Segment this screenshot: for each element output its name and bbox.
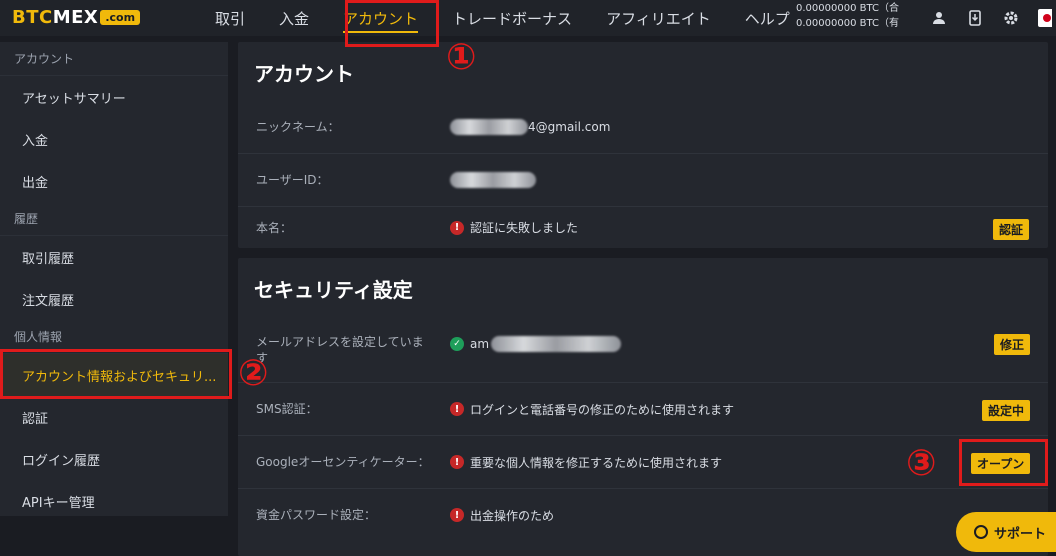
user-icon[interactable] <box>930 9 948 27</box>
japan-flag-icon[interactable] <box>1038 9 1052 27</box>
userid-label: ユーザーID： <box>256 173 329 187</box>
error-icon: ! <box>450 220 464 235</box>
sidebar-item-login-history[interactable]: ログイン履歴 <box>0 438 228 480</box>
account-panel-title: アカウント <box>254 62 354 86</box>
logo-com-badge: .com <box>100 10 141 25</box>
nav-deposit[interactable]: 入金 <box>279 0 309 36</box>
sidebar-item-api-keys[interactable]: APIキー管理 <box>0 480 228 522</box>
annotation-box-account-security <box>0 349 232 399</box>
error-icon: ! <box>450 455 464 469</box>
sidebar-item-deposit[interactable]: 入金 <box>0 118 228 160</box>
nav-trade-bonus[interactable]: トレードボーナス <box>452 0 572 36</box>
verify-button[interactable]: 認証 <box>993 219 1030 240</box>
annotation-step-2: ② <box>238 353 269 394</box>
email-row: メールアドレスを設定していま す ✓ am 修正 <box>238 316 1048 382</box>
nav-help[interactable]: ヘルプ <box>745 0 790 36</box>
sidebar-group-history: 履歴 <box>0 202 228 236</box>
check-icon: ✓ <box>450 337 464 351</box>
realname-label: 本名： <box>256 220 293 235</box>
email-label: メールアドレスを設定していま す <box>256 335 424 365</box>
google-auth-label: Googleオーセンティケーター： <box>256 455 430 469</box>
sidebar-item-trade-history[interactable]: 取引履歴 <box>0 236 228 278</box>
logo-btc: BTC <box>12 7 53 28</box>
fund-password-description: 出金操作のため <box>470 508 555 523</box>
nav-trade[interactable]: 取引 <box>215 0 245 36</box>
gear-icon[interactable] <box>1002 9 1020 27</box>
google-auth-description: 重要な個人情報を修正するために使用されます <box>470 455 723 470</box>
realname-status: 認証に失敗しました <box>470 221 579 235</box>
support-label: サポート <box>994 526 1047 542</box>
email-value: am <box>470 337 490 351</box>
top-icons <box>930 9 1052 27</box>
account-panel: アカウント ニックネーム： 4@gmail.com ユーザーID： 本名： ! … <box>238 42 1048 248</box>
sidebar-item-withdraw[interactable]: 出金 <box>0 160 228 202</box>
btcmex-logo[interactable]: BTCMEX .com <box>12 7 141 28</box>
chat-bubble-icon <box>974 525 988 539</box>
fund-password-row: 資金パスワード設定： ! 出金操作のため <box>238 488 1048 541</box>
edit-email-button[interactable]: 修正 <box>994 334 1031 355</box>
nickname-label: ニックネーム： <box>256 119 340 134</box>
redacted-nickname <box>450 118 528 135</box>
sms-description: ログインと電話番号の修正のために使用されます <box>470 402 735 417</box>
logo-mex: MEX <box>52 7 99 28</box>
error-icon: ! <box>450 508 464 522</box>
security-panel-title: セキュリティ設定 <box>254 278 413 302</box>
download-app-icon[interactable] <box>966 9 984 27</box>
balance-total: 0.00000000 BTC（合 <box>796 3 899 14</box>
redacted-userid <box>450 172 536 188</box>
balance-display[interactable]: 0.00000000 BTC（合 0.00000000 BTC（有 <box>796 1 899 31</box>
security-panel: セキュリティ設定 メールアドレスを設定していま す ✓ am 修正 SMS認証：… <box>238 258 1048 556</box>
fund-password-label: 資金パスワード設定： <box>256 508 377 522</box>
annotation-step-3: ③ <box>906 443 937 484</box>
realname-row: 本名： ! 認証に失敗しました 認証 <box>238 206 1048 248</box>
sidebar-group-account: アカウント <box>0 42 228 76</box>
annotation-box-account-tab <box>345 0 439 47</box>
redacted-email <box>491 336 622 352</box>
support-chat-button[interactable]: サポート <box>956 512 1056 552</box>
userid-row: ユーザーID： <box>238 153 1048 206</box>
nav-affiliate[interactable]: アフィリエイト <box>606 0 711 36</box>
sidebar-item-verification[interactable]: 認証 <box>0 396 228 438</box>
sidebar: アカウント アセットサマリー 入金 出金 履歴 取引履歴 注文履歴 個人情報 ア… <box>0 42 228 516</box>
annotation-step-1: ① <box>446 37 477 78</box>
nickname-value: 4@gmail.com <box>528 119 611 134</box>
top-navigation-bar: BTCMEX .com 取引 入金 アカウント トレードボーナス アフィリエイト… <box>0 0 1056 36</box>
sidebar-item-order-history[interactable]: 注文履歴 <box>0 278 228 320</box>
balance-available: 0.00000000 BTC（有 <box>796 18 899 29</box>
main-nav: 取引 入金 アカウント トレードボーナス アフィリエイト ヘルプ <box>215 0 824 36</box>
sms-label: SMS認証： <box>256 402 318 416</box>
sidebar-item-asset-summary[interactable]: アセットサマリー <box>0 76 228 118</box>
nickname-row: ニックネーム： 4@gmail.com <box>238 100 1048 153</box>
sms-setup-button[interactable]: 設定中 <box>982 400 1031 421</box>
annotation-box-open-button <box>959 439 1048 486</box>
sms-row: SMS認証： ! ログインと電話番号の修正のために使用されます 設定中 <box>238 382 1048 435</box>
error-icon: ! <box>450 402 464 416</box>
